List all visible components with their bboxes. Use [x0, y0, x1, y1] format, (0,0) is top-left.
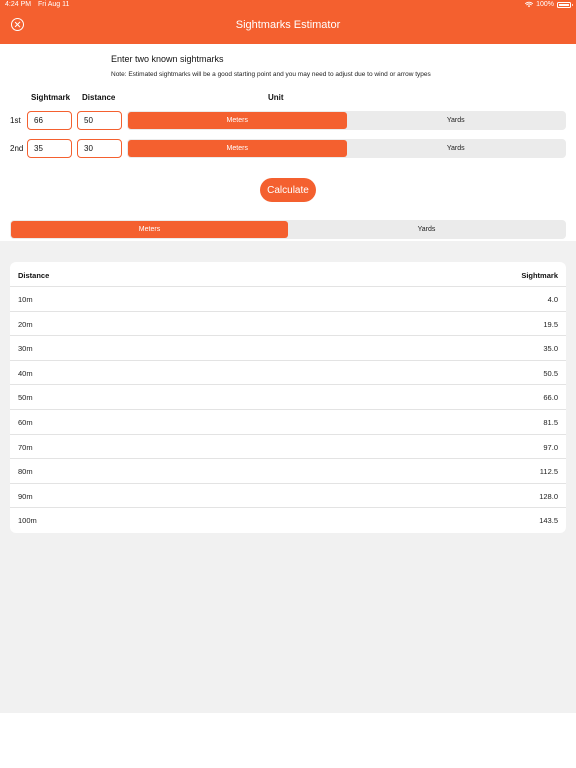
row-distance: 40m	[18, 368, 33, 378]
row-distance: 50m	[18, 393, 33, 403]
table-row: 10m 4.0	[10, 286, 566, 311]
table-row: 90m 128.0	[10, 482, 566, 508]
calculate-button[interactable]: Calculate	[260, 178, 316, 202]
intro-text: Enter two known sightmarks	[111, 54, 224, 64]
first-unit-yards-option[interactable]: Yards	[347, 112, 566, 129]
battery-percent: 100%	[536, 1, 554, 8]
row-sightmark: 81.5	[543, 418, 558, 427]
table-row: 70m 97.0	[10, 433, 566, 459]
first-sightmark-input[interactable]	[27, 111, 72, 130]
table-row: 20m 19.5	[10, 310, 566, 336]
row-sightmark: 97.0	[543, 442, 558, 452]
row-sightmark: 112.5	[539, 467, 558, 477]
first-unit-segmented-control: Meters Yards	[127, 111, 566, 130]
row-sightmark: 143.5	[539, 516, 558, 526]
row-label-first: 1st	[10, 116, 21, 125]
wifi-icon	[525, 1, 534, 8]
app-header: 4:24 PM Fri Aug 11 100% Sightmarks Estim…	[0, 0, 576, 44]
row-sightmark: 128.0	[539, 491, 558, 501]
row-distance: 60m	[18, 418, 33, 427]
first-distance-input[interactable]	[77, 111, 122, 130]
table-row: 60m 81.5	[10, 409, 566, 434]
results-table: Distance Sightmark 10m 4.0 20m 19.5 30m …	[10, 262, 566, 533]
table-row: 100m 143.5	[10, 507, 566, 532]
row-distance: 90m	[18, 491, 33, 501]
note-text: Note: Estimated sightmarks will be a goo…	[111, 71, 431, 78]
row-distance: 80m	[18, 467, 33, 477]
row-distance: 70m	[18, 442, 33, 452]
row-sightmark: 66.0	[543, 393, 558, 403]
second-unit-meters-option[interactable]: Meters	[128, 140, 347, 157]
second-unit-yards-option[interactable]: Yards	[347, 140, 566, 157]
first-unit-meters-option[interactable]: Meters	[128, 112, 347, 129]
second-sightmark-input[interactable]	[27, 139, 72, 158]
status-date: Fri Aug 11	[38, 1, 70, 8]
unit-column-header: Unit	[268, 93, 284, 102]
status-indicators: 100%	[525, 1, 573, 8]
sightmark-column-header: Sightmark	[31, 93, 71, 102]
output-unit-meters-option[interactable]: Meters	[11, 221, 288, 238]
row-distance: 30m	[18, 344, 33, 354]
row-sightmark: 35.0	[543, 344, 558, 354]
row-sightmark: 19.5	[543, 319, 558, 329]
row-sightmark: 4.0	[547, 295, 558, 304]
status-time: 4:24 PM	[5, 1, 32, 8]
row-sightmark: 50.5	[543, 368, 558, 378]
table-row: 30m 35.0	[10, 335, 566, 360]
row-label-second: 2nd	[10, 144, 24, 153]
row-distance: 10m	[18, 295, 33, 304]
output-unit-segmented-control: Meters Yards	[10, 220, 566, 239]
distance-column-header: Distance	[82, 93, 116, 102]
table-header-sightmark: Sightmark	[521, 271, 558, 280]
row-distance: 20m	[18, 319, 33, 329]
table-row: 50m 66.0	[10, 384, 566, 409]
output-unit-yards-option[interactable]: Yards	[288, 221, 565, 238]
table-row: 40m 50.5	[10, 359, 566, 385]
page-title: Sightmarks Estimator	[235, 19, 341, 31]
second-unit-segmented-control: Meters Yards	[127, 139, 566, 158]
second-distance-input[interactable]	[77, 139, 122, 158]
table-header-distance: Distance	[18, 271, 50, 280]
table-row: 80m 112.5	[10, 458, 566, 483]
row-distance: 100m	[18, 516, 37, 526]
battery-icon	[557, 1, 573, 8]
